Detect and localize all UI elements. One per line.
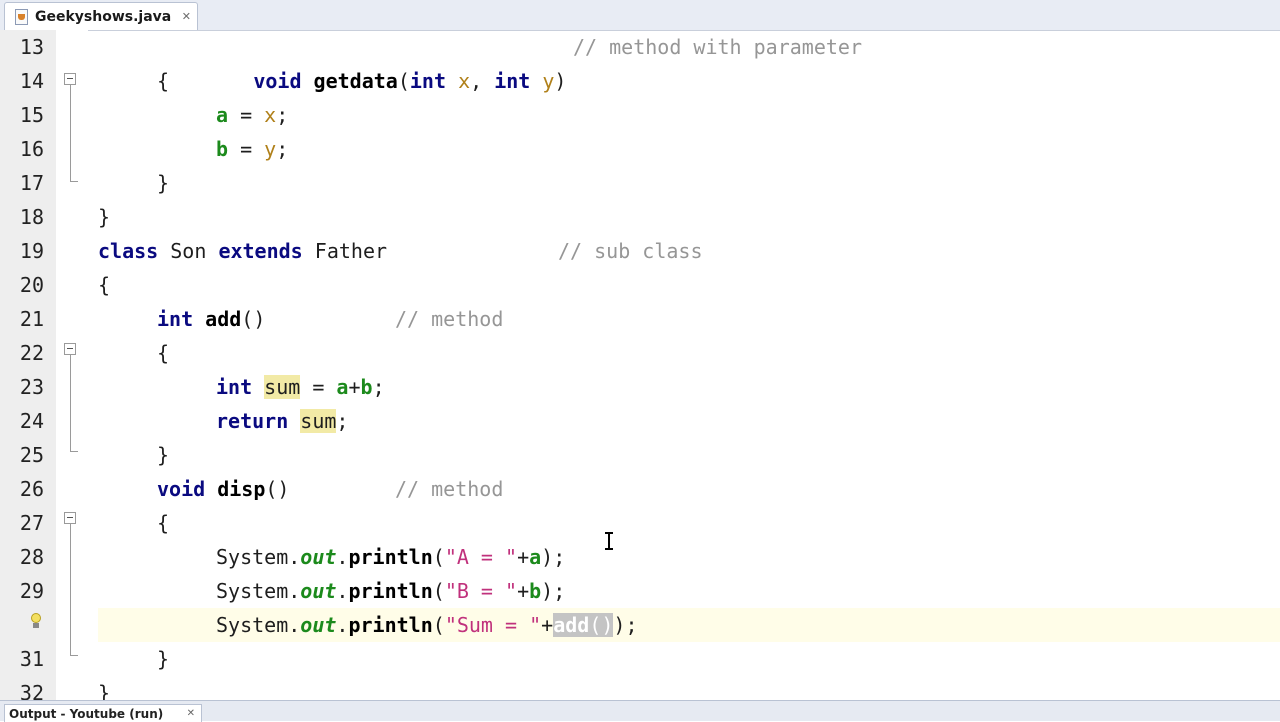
code-line: 20 { — [19, 273, 111, 297]
code-line: 25 } — [19, 443, 170, 467]
tab-geekyshows-java[interactable]: Geekyshows.java ✕ — [4, 2, 198, 30]
code-line: 17 } — [19, 171, 170, 195]
line-number: 13 — [19, 35, 44, 59]
selected-text: add() — [553, 613, 614, 637]
code-line: 27 { — [19, 511, 170, 535]
mouse-cursor-icon — [605, 532, 613, 550]
code-line: 29 System.out.println("B = "+b); — [19, 579, 566, 603]
code-line: 24 return sum; — [19, 409, 349, 433]
output-panel-tab-bar: Output - Youtube (run) ✕ — [0, 700, 1280, 722]
code-line: 26 void disp() // method — [0, 472, 1280, 506]
code-comment: // method — [395, 307, 504, 331]
output-tab-title: Output - Youtube (run) — [9, 706, 164, 721]
lightbulb-hint-icon[interactable] — [30, 613, 42, 629]
tab-title: Geekyshows.java — [35, 8, 172, 25]
close-output-tab-icon[interactable]: ✕ — [187, 708, 195, 719]
code-line: 28 System.out.println("A = "+a); — [19, 545, 566, 569]
code-line: 18 } — [19, 205, 111, 229]
highlighted-variable: sum — [264, 375, 301, 399]
code-line: 13 void getdata(int x, int y) // method … — [0, 30, 1280, 93]
code-comment: // sub class — [558, 239, 703, 263]
java-file-icon — [13, 8, 29, 26]
code-comment: // method — [395, 477, 504, 501]
code-line-current: 30 System.out.println("Sum = "+add()); — [0, 608, 1280, 642]
code-comment: // method with parameter — [573, 35, 862, 59]
code-line: 14 { — [19, 69, 170, 93]
code-line: 22 { — [19, 341, 170, 365]
highlighted-variable: sum — [300, 409, 337, 433]
code-line: 19 class Son extends Father // sub class — [0, 234, 1280, 268]
code-line: 31 } — [19, 647, 170, 671]
code-line: 23 int sum = a+b; — [19, 375, 385, 399]
code-editor[interactable]: 13 void getdata(int x, int y) // method … — [0, 30, 1280, 705]
code-line: 15 a = x; — [19, 103, 289, 127]
close-tab-icon[interactable]: ✕ — [182, 10, 191, 23]
editor-tab-bar: Geekyshows.java ✕ — [0, 0, 1280, 31]
code-line: 16 b = y; — [19, 137, 289, 161]
tab-output[interactable]: Output - Youtube (run) ✕ — [4, 704, 202, 722]
code-line: 21 int add() // method — [0, 302, 1280, 336]
